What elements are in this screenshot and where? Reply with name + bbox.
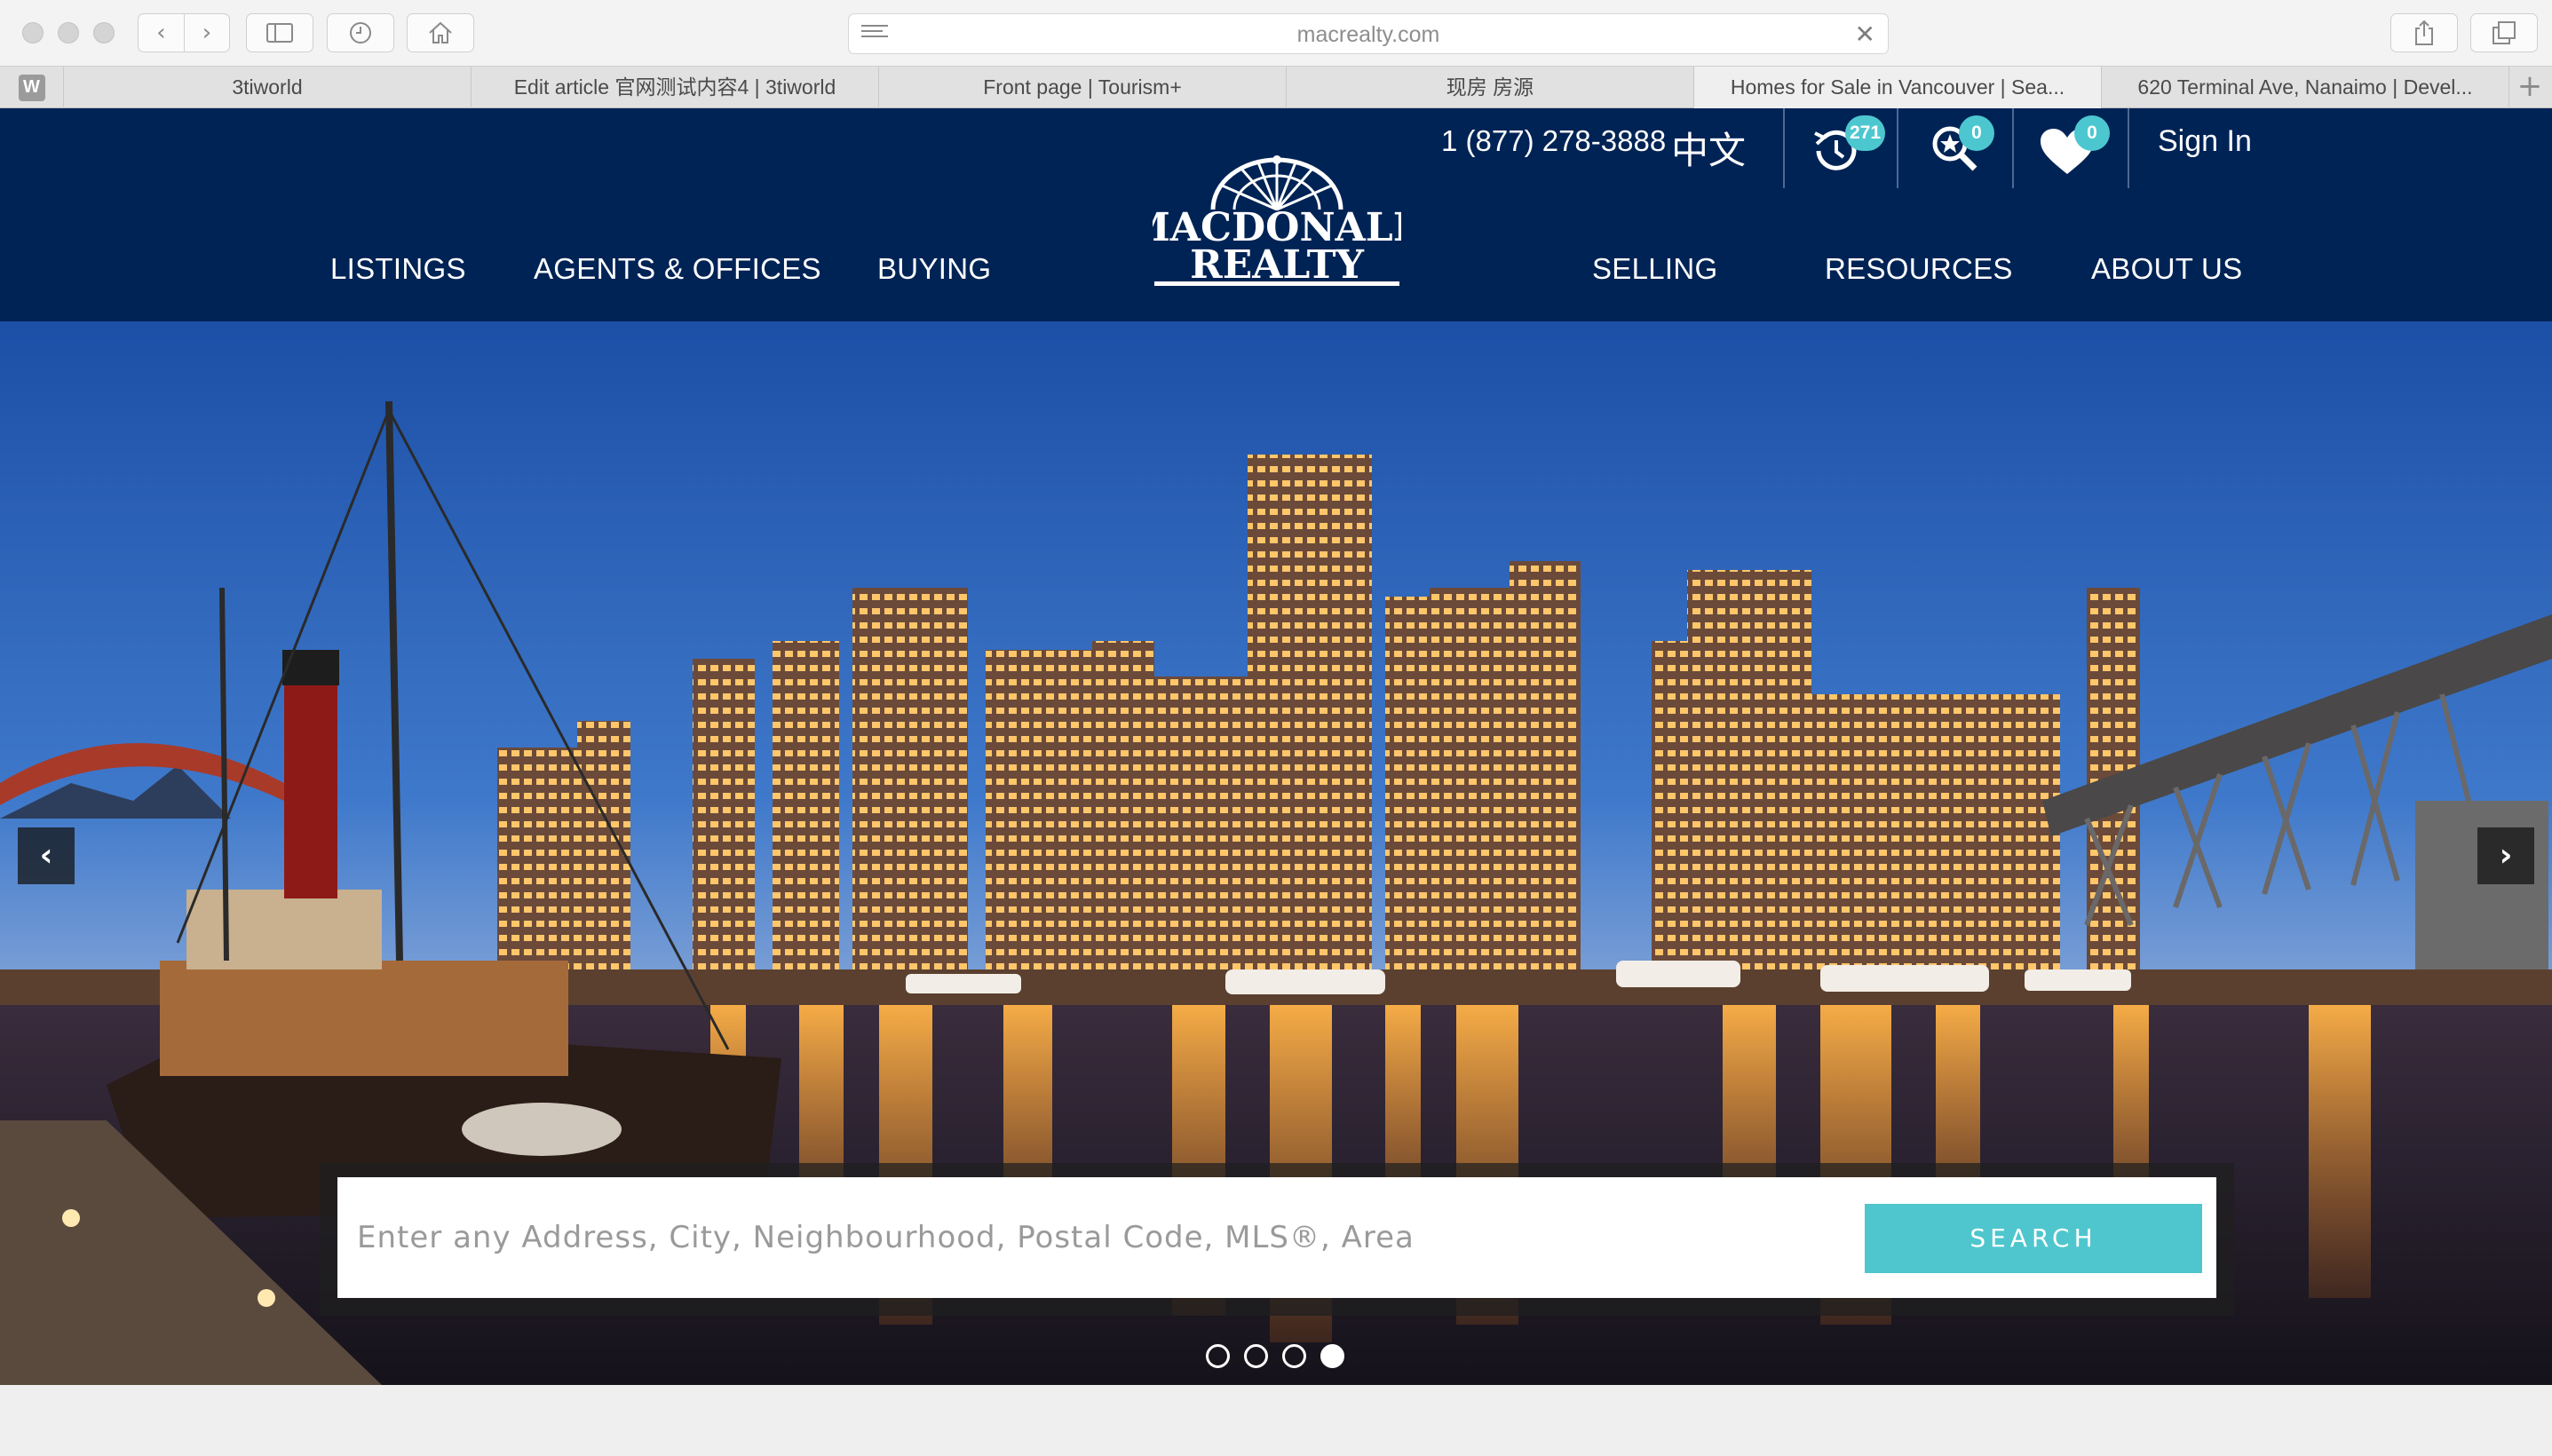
search-button[interactable]: SEARCH: [1865, 1204, 2202, 1273]
tab-homes-for-sale[interactable]: Homes for Sale in Vancouver | Sea...: [1694, 67, 2102, 108]
page-below-fold: [0, 1385, 2552, 1456]
history-count-badge: 271: [1845, 115, 1886, 151]
phone-link[interactable]: 1 (877) 278-3888: [1441, 124, 1666, 158]
minimize-window-button[interactable]: [58, 22, 79, 44]
sign-in-link[interactable]: Sign In: [2158, 124, 2252, 159]
recently-viewed-button[interactable]: 271: [1785, 108, 1891, 188]
back-button[interactable]: ‹: [139, 14, 184, 51]
slide-dot-3[interactable]: [1282, 1344, 1306, 1368]
property-search-input[interactable]: [337, 1177, 1847, 1298]
slide-dot-1[interactable]: [1206, 1344, 1230, 1368]
nav-buying[interactable]: BUYING: [877, 252, 991, 286]
hero-slider: ‹ › SEARCH: [0, 321, 2552, 1385]
history-nav-group: ‹ ›: [138, 13, 230, 52]
history-button[interactable]: [327, 13, 394, 52]
sidebar-icon: [266, 23, 293, 43]
search-panel: SEARCH: [320, 1163, 2234, 1316]
sidebar-button[interactable]: [246, 13, 313, 52]
home-icon: [429, 21, 452, 44]
nav-about-us[interactable]: ABOUT US: [2091, 252, 2243, 286]
home-button[interactable]: [407, 13, 474, 52]
favorites-button[interactable]: 0: [2014, 108, 2120, 188]
prev-arrow-icon: ‹: [39, 837, 53, 874]
wordpress-favicon-icon: W: [18, 74, 45, 101]
macdonald-realty-logo[interactable]: MACDONALD REALTY: [1127, 154, 1427, 288]
favorites-count-badge: 0: [2074, 115, 2110, 151]
next-slide-button[interactable]: ›: [2477, 827, 2534, 884]
next-arrow-icon: ›: [2499, 837, 2513, 874]
new-tab-icon[interactable]: +: [2508, 67, 2552, 108]
browser-toolbar: ‹ › macrealty.com ✕: [0, 0, 2552, 66]
back-icon: ‹: [156, 20, 166, 46]
stop-icon[interactable]: ✕: [1855, 20, 1875, 49]
slide-dot-4[interactable]: [1320, 1344, 1344, 1368]
close-window-button[interactable]: [22, 22, 44, 44]
saved-searches-button[interactable]: 0: [1898, 108, 2005, 188]
forward-button[interactable]: ›: [184, 14, 229, 51]
tab-front-page[interactable]: Front page | Tourism+: [879, 67, 1287, 108]
pinned-tab[interactable]: W: [0, 67, 64, 108]
search-box: SEARCH: [337, 1177, 2216, 1298]
tab-listings-cn[interactable]: 现房 房源: [1287, 67, 1694, 108]
slide-dot-2[interactable]: [1244, 1344, 1268, 1368]
tab-edit-article[interactable]: Edit article 官网测试内容4 | 3tiworld: [472, 67, 879, 108]
nav-agents-offices[interactable]: AGENTS & OFFICES: [534, 252, 821, 286]
site-header: 1 (877) 278-3888 中文 271 0 0 Sign In LIST…: [0, 108, 2552, 321]
share-icon: [2415, 20, 2433, 45]
forward-icon: ›: [202, 20, 212, 46]
slide-indicators: [1206, 1344, 1344, 1368]
url-text: macrealty.com: [1296, 22, 1440, 47]
logo-wordmark-line2: REALTY: [1190, 242, 1364, 288]
nav-selling[interactable]: SELLING: [1592, 252, 1718, 286]
address-bar[interactable]: macrealty.com ✕: [848, 13, 1889, 54]
saved-search-count-badge: 0: [1959, 115, 1994, 151]
divider: [2128, 108, 2129, 188]
prev-slide-button[interactable]: ‹: [18, 827, 75, 884]
nav-listings[interactable]: LISTINGS: [330, 252, 466, 286]
tab-terminal-ave[interactable]: 620 Terminal Ave, Nanaimo | Devel...: [2102, 67, 2509, 108]
zoom-window-button[interactable]: [93, 22, 115, 44]
history-icon: [350, 22, 371, 44]
share-button[interactable]: [2390, 13, 2458, 52]
show-tabs-button[interactable]: [2470, 13, 2538, 52]
nav-resources[interactable]: RESOURCES: [1825, 252, 2013, 286]
language-switch[interactable]: 中文: [1671, 121, 1746, 175]
tab-3tiworld[interactable]: 3tiworld: [64, 67, 472, 108]
tab-bar: W 3tiworld Edit article 官网测试内容4 | 3tiwor…: [0, 66, 2552, 108]
tabs-icon: [2493, 21, 2516, 44]
